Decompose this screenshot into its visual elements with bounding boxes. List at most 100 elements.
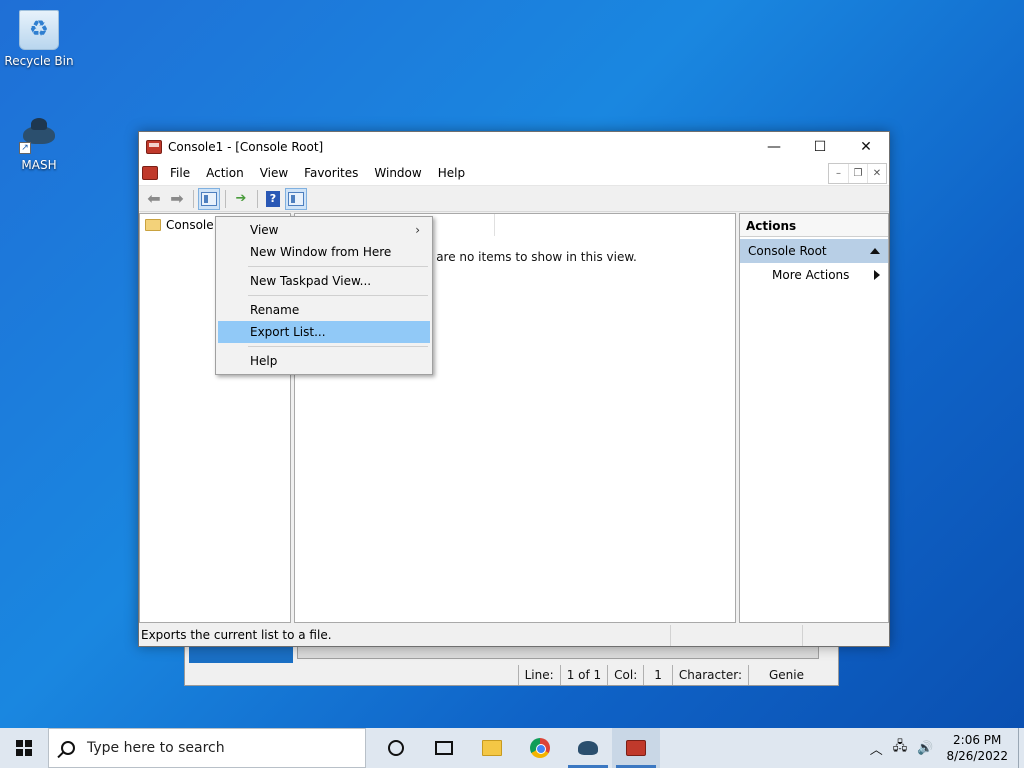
character-label: Character: (671, 665, 748, 685)
context-menu: View › New Window from Here New Taskpad … (215, 216, 433, 375)
taskbar-pinned-apps (372, 728, 660, 768)
maximize-button[interactable]: ☐ (797, 132, 843, 161)
show-desktop-button[interactable] (1018, 728, 1024, 768)
cortana-button[interactable] (372, 728, 420, 768)
actions-section-label: Console Root (748, 244, 827, 258)
taskbar-search-box[interactable]: Type here to search (48, 728, 366, 768)
mmc-console-window[interactable]: Console1 - [Console Root] — ☐ ✕ File Act… (138, 131, 890, 647)
forward-button[interactable]: ➡ (166, 188, 188, 210)
search-placeholder: Type here to search (87, 740, 225, 756)
context-menu-item-view[interactable]: View › (218, 219, 430, 241)
background-status-bar: Line: 1 of 1 Col: 1 Character: Genie (185, 665, 838, 685)
menu-item-label: New Taskpad View... (250, 274, 372, 288)
file-explorer-icon (482, 740, 502, 756)
collapse-triangle-icon[interactable] (870, 248, 880, 254)
mdi-restore-button[interactable]: ❐ (848, 164, 867, 183)
chevron-right-icon: › (415, 223, 420, 237)
export-list-button[interactable]: ➔ (230, 188, 252, 210)
mdi-minimize-button[interactable]: – (829, 164, 848, 183)
recycle-bin-icon (19, 10, 59, 50)
status-panel (803, 625, 889, 646)
actions-section-console-root[interactable]: Console Root (740, 239, 888, 263)
toolbar: ⬅ ➡ ➔ ? (139, 186, 889, 212)
help-button[interactable]: ? (262, 188, 284, 210)
task-view-button[interactable] (420, 728, 468, 768)
task-view-icon (435, 741, 453, 755)
context-menu-item-export-list[interactable]: Export List... (218, 321, 430, 343)
file-explorer-button[interactable] (468, 728, 516, 768)
menu-item-label: Export List... (250, 325, 326, 339)
menu-view[interactable]: View (252, 163, 296, 183)
show-hide-action-pane-button[interactable] (285, 187, 307, 210)
more-actions-label: More Actions (772, 268, 850, 282)
context-menu-item-new-window[interactable]: New Window from Here (218, 241, 430, 263)
network-icon[interactable]: 🖧 (888, 737, 913, 759)
empty-list-message: e are no items to show in this view. (425, 250, 637, 264)
line-value: 1 of 1 (559, 665, 607, 685)
windows-logo-icon (16, 740, 32, 756)
menu-action[interactable]: Action (198, 163, 252, 183)
menu-window[interactable]: Window (366, 163, 429, 183)
chevron-up-icon[interactable]: ︿ (865, 739, 888, 758)
back-arrow-icon: ⬅ (147, 189, 161, 208)
start-button[interactable] (0, 728, 48, 768)
system-tray: ︿ 🖧 🔊 2:06 PM 8/26/2022 (865, 728, 1024, 768)
menu-help[interactable]: Help (430, 163, 473, 183)
volume-icon[interactable]: 🔊 (912, 741, 938, 756)
col-value: 1 (643, 665, 672, 685)
toolbar-separator (193, 189, 194, 208)
context-menu-item-help[interactable]: Help (218, 350, 430, 372)
mash-taskbar-button[interactable] (564, 728, 612, 768)
actions-pane-title: Actions (740, 214, 888, 237)
status-bar: Exports the current list to a file. (139, 625, 889, 646)
mdi-child-controls: – ❐ ✕ (828, 163, 887, 184)
shortcut-arrow-icon: ↗ (19, 142, 31, 154)
action-pane-icon (288, 191, 304, 206)
console-tree-icon (201, 191, 217, 206)
title-bar[interactable]: Console1 - [Console Root] — ☐ ✕ (139, 132, 889, 161)
taskbar-clock[interactable]: 2:06 PM 8/26/2022 (938, 732, 1018, 764)
submenu-triangle-icon (874, 270, 880, 280)
mash-app-icon: ↗ (19, 114, 59, 154)
desktop-icon-recycle-bin[interactable]: Recycle Bin (1, 10, 77, 68)
font-value: Genie (747, 665, 824, 685)
desktop-icon-label: MASH (21, 158, 57, 172)
taskbar: Type here to search ︿ 🖧 🔊 2:06 PM 8/26/2… (0, 728, 1024, 768)
mmc-app-icon (626, 740, 646, 756)
toolbar-separator (257, 189, 258, 208)
mmc-app-icon[interactable] (146, 139, 162, 154)
search-icon (61, 741, 75, 755)
menu-item-label: Rename (250, 303, 300, 317)
menu-favorites[interactable]: Favorites (296, 163, 366, 183)
window-controls: — ☐ ✕ (751, 132, 889, 161)
chrome-button[interactable] (516, 728, 564, 768)
toolbar-separator (225, 189, 226, 208)
chrome-icon (530, 738, 550, 758)
more-actions-link[interactable]: More Actions (740, 263, 888, 287)
back-button[interactable]: ⬅ (143, 188, 165, 210)
menu-separator (248, 295, 428, 296)
window-title: Console1 - [Console Root] (168, 139, 324, 154)
menu-file[interactable]: File (162, 163, 198, 183)
close-button[interactable]: ✕ (843, 132, 889, 161)
desktop-icon-mash[interactable]: ↗ MASH (1, 114, 77, 172)
context-menu-item-new-taskpad-view[interactable]: New Taskpad View... (218, 270, 430, 292)
context-menu-item-rename[interactable]: Rename (218, 299, 430, 321)
minimize-button[interactable]: — (751, 132, 797, 161)
status-text: Exports the current list to a file. (139, 625, 671, 646)
mdi-close-button[interactable]: ✕ (867, 164, 886, 183)
console-menu-icon[interactable] (142, 166, 158, 180)
menu-item-label: View (250, 223, 279, 237)
forward-arrow-icon: ➡ (170, 189, 184, 208)
status-panel (671, 625, 803, 646)
mash-app-icon (578, 741, 598, 755)
folder-icon (145, 219, 161, 231)
horizontal-scrollbar[interactable] (297, 645, 819, 659)
menu-item-label: Help (250, 354, 278, 368)
menu-bar: File Action View Favorites Window Help –… (139, 161, 889, 186)
tree-item-console-root[interactable]: Console R (145, 218, 226, 232)
mmc-taskbar-button[interactable] (612, 728, 660, 768)
help-icon: ? (266, 190, 280, 207)
line-label: Line: (517, 665, 560, 685)
show-hide-console-tree-button[interactable] (198, 187, 220, 210)
